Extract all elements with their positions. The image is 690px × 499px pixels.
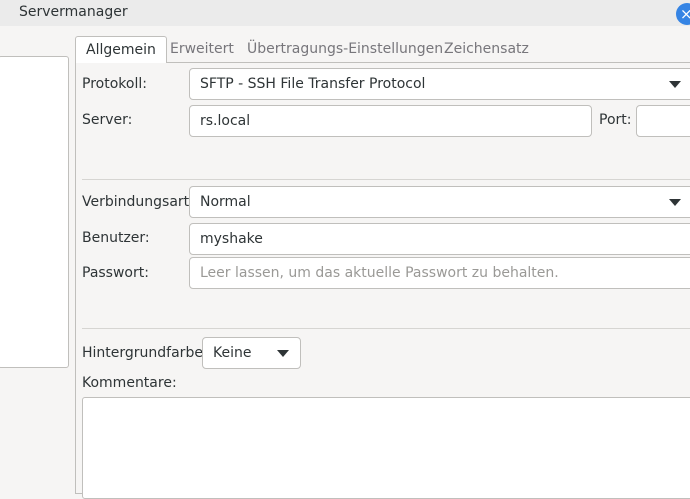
user-input[interactable]: myshake — [189, 223, 690, 255]
user-label: Benutzer: — [82, 230, 150, 246]
chevron-down-icon — [669, 81, 681, 88]
title-bar: Servermanager × — [0, 0, 690, 26]
server-tree[interactable] — [0, 56, 69, 368]
protocol-select[interactable]: SFTP - SSH File Transfer Protocol — [189, 68, 690, 100]
background-color-value: Keine — [213, 345, 252, 361]
close-button[interactable]: × — [676, 3, 690, 25]
tab-uebertragungs-einstellungen[interactable]: Übertragungs-Einstellungen — [247, 36, 443, 62]
protocol-label: Protokoll: — [82, 76, 147, 92]
connection-type-value: Normal — [200, 194, 251, 210]
separator — [82, 179, 690, 180]
tab-erweitert[interactable]: Erweitert — [170, 36, 234, 62]
chevron-down-icon — [669, 199, 681, 206]
password-input[interactable]: Leer lassen, um das aktuelle Passwort zu… — [189, 257, 690, 289]
background-color-select[interactable]: Keine — [202, 337, 301, 369]
comments-label: Kommentare: — [82, 375, 177, 391]
connection-type-label: Verbindungsart: — [82, 194, 194, 210]
password-placeholder: Leer lassen, um das aktuelle Passwort zu… — [200, 265, 559, 281]
separator — [82, 328, 690, 329]
protocol-value: SFTP - SSH File Transfer Protocol — [200, 76, 426, 92]
tab-zeichensatz[interactable]: Zeichensatz — [444, 36, 529, 62]
window-title: Servermanager — [19, 4, 128, 20]
port-input[interactable] — [636, 105, 690, 137]
server-label: Server: — [82, 112, 133, 128]
background-color-label: Hintergrundfarbe: — [82, 345, 208, 361]
connection-type-select[interactable]: Normal — [189, 186, 690, 218]
close-icon: × — [680, 5, 690, 23]
tab-allgemein[interactable]: Allgemein — [75, 36, 167, 63]
chevron-down-icon — [277, 350, 289, 357]
server-input[interactable]: rs.local — [189, 105, 592, 137]
password-label: Passwort: — [82, 265, 149, 281]
port-label: Port: — [599, 112, 632, 128]
